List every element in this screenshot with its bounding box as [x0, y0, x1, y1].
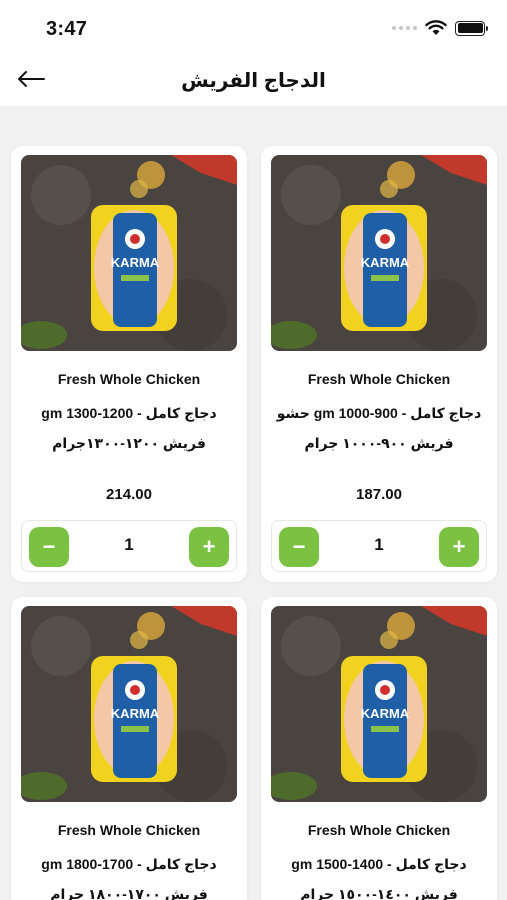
page-title: الدجاج الفريش [181, 70, 326, 92]
product-card[interactable]: KARMA Fresh Whole Chicken دجاج كامل - 12… [11, 146, 247, 582]
product-name-en: Fresh Whole Chicken [57, 371, 201, 387]
increase-quantity-button[interactable]: + [439, 527, 479, 567]
app-header: الدجاج الفريش [0, 56, 507, 106]
product-card[interactable]: KARMA Fresh Whole Chicken دجاج كامل - 14… [261, 597, 497, 900]
product-name-en: Fresh Whole Chicken [57, 822, 201, 838]
status-time: 3:47 [46, 18, 88, 40]
product-name-en: Fresh Whole Chicken [307, 822, 451, 838]
product-image: KARMA [21, 606, 237, 802]
svg-text:KARMA: KARMA [361, 255, 410, 270]
decrease-quantity-button[interactable]: − [29, 527, 69, 567]
product-name-en: Fresh Whole Chicken [307, 371, 451, 387]
product-card[interactable]: KARMA Fresh Whole Chicken دجاج كامل - 17… [11, 597, 247, 900]
wifi-icon [425, 20, 447, 35]
status-icons [392, 20, 488, 36]
svg-text:KARMA: KARMA [361, 706, 410, 721]
quantity-value: 1 [374, 535, 384, 554]
svg-text:KARMA: KARMA [111, 706, 160, 721]
product-price: 214.00 [106, 486, 152, 503]
product-name-ar: دجاج كامل - 1200-1300 gm فريش ١٢٠٠-١٣٠٠ج… [41, 405, 217, 451]
battery-icon [455, 20, 488, 36]
product-name-ar: دجاج كامل - 1400-1500 gm فريش ١٤٠٠-١٥٠٠ … [291, 856, 467, 900]
quantity-stepper: − 1 + [271, 520, 487, 572]
product-price: 187.00 [356, 486, 402, 503]
product-image: KARMA [21, 155, 237, 351]
decrease-quantity-button[interactable]: − [279, 527, 319, 567]
quantity-value: 1 [124, 535, 134, 554]
product-card[interactable]: KARMA Fresh Whole Chicken دجاج كامل - 90… [261, 146, 497, 582]
svg-text:KARMA: KARMA [111, 255, 160, 270]
product-image: KARMA [271, 155, 487, 351]
product-image: KARMA [271, 606, 487, 802]
cellular-signal-icon [392, 26, 417, 30]
product-name-ar: دجاج كامل - 1700-1800 gm فريش ١٧٠٠-١٨٠٠ … [41, 856, 217, 900]
increase-quantity-button[interactable]: + [189, 527, 229, 567]
quantity-stepper: − 1 + [21, 520, 237, 572]
status-bar: 3:47 [0, 0, 507, 56]
product-name-ar: دجاج كامل - 900-1000 gm حشو فريش ٩٠٠-١٠٠… [276, 405, 482, 451]
